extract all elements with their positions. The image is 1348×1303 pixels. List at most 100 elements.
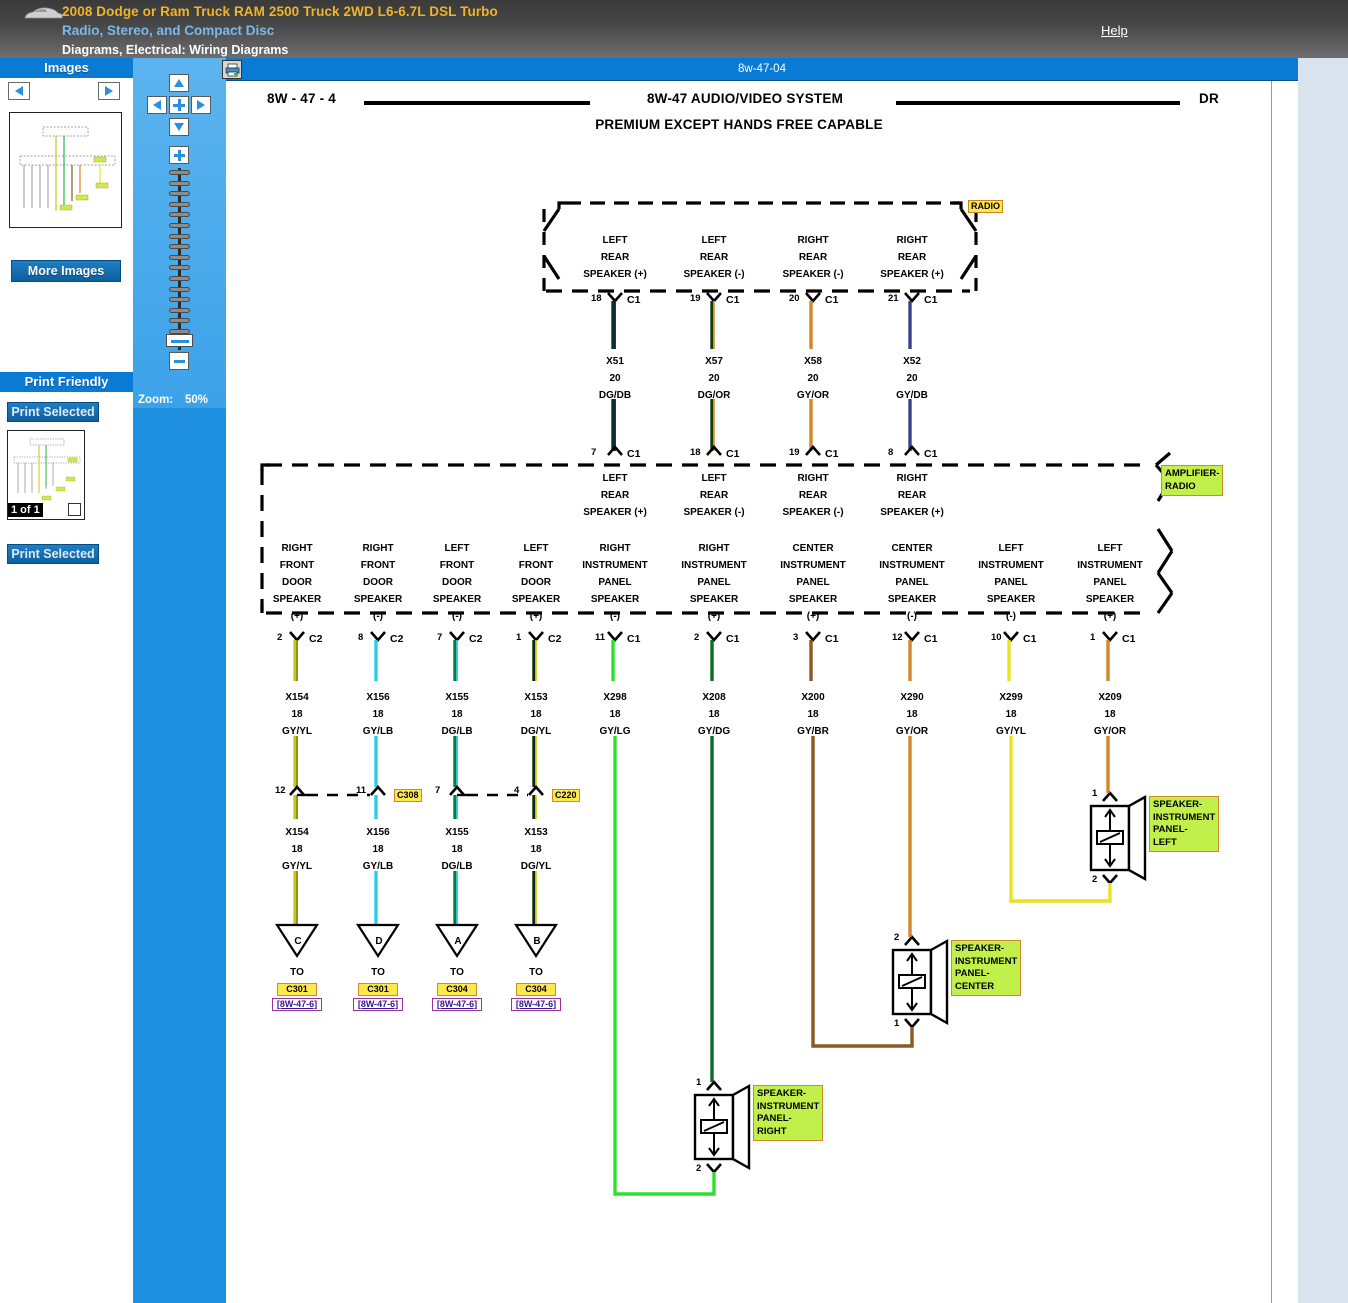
amp-output-pin: 1 bbox=[516, 632, 521, 643]
amp-output-label: CENTER bbox=[891, 543, 932, 554]
radio-wire-gauge: 20 bbox=[807, 373, 818, 384]
pan-center-button[interactable] bbox=[169, 96, 189, 114]
speaker-instrument-panel-left-terminal-top-icon bbox=[1103, 793, 1117, 801]
amp-input-label: REAR bbox=[700, 490, 728, 501]
zoom-tick[interactable] bbox=[169, 308, 190, 313]
amp-output-connector: C2 bbox=[390, 634, 403, 645]
zoom-tick[interactable] bbox=[169, 255, 190, 260]
plus-icon bbox=[174, 150, 185, 161]
zoom-tick[interactable] bbox=[169, 181, 190, 186]
help-link[interactable]: Help bbox=[1101, 23, 1128, 38]
arrow-right-icon bbox=[105, 86, 113, 96]
speaker-instrument-panel-center-cone bbox=[931, 941, 947, 1023]
lower-wire-id: X154 bbox=[285, 827, 308, 838]
destination-connector-tag[interactable]: C301 bbox=[277, 983, 317, 996]
speaker-instrument-panel-center-terminal-bottom-icon bbox=[905, 1019, 919, 1027]
zoom-tick[interactable] bbox=[169, 287, 190, 292]
speaker-instrument-panel-right-label-line: PANEL- bbox=[757, 1113, 819, 1126]
wiring-diagram-canvas[interactable]: 8W - 47 - 4 8W-47 AUDIO/VIDEO SYSTEM DR … bbox=[226, 81, 1272, 1303]
section-title[interactable]: Radio, Stereo, and Compact Disc bbox=[62, 23, 274, 38]
to-label: TO bbox=[371, 967, 385, 978]
prev-image-button[interactable] bbox=[8, 82, 30, 100]
print-thumbnail[interactable]: 1 of 1 bbox=[7, 430, 85, 520]
destination-page-reference[interactable]: [8W-47-6] bbox=[272, 998, 322, 1011]
amp-wire-color: GY/LG bbox=[599, 726, 630, 737]
zoom-tick[interactable] bbox=[169, 212, 190, 217]
destination-page-reference[interactable]: [8W-47-6] bbox=[353, 998, 403, 1011]
image-thumbnail[interactable] bbox=[9, 112, 122, 228]
amp-wire-id: X156 bbox=[366, 692, 389, 703]
zoom-tick[interactable] bbox=[169, 170, 190, 175]
connector-y-icon bbox=[1004, 632, 1018, 640]
print-selected-button-bottom[interactable]: Print Selected bbox=[7, 544, 99, 564]
amp-output-pin: 12 bbox=[892, 632, 903, 643]
zoom-tick[interactable] bbox=[169, 265, 190, 270]
zoom-out-button[interactable] bbox=[169, 352, 189, 370]
speaker-instrument-panel-left-cone bbox=[1129, 797, 1145, 879]
pan-right-button[interactable] bbox=[191, 96, 211, 114]
thumbnail-preview-icon bbox=[10, 113, 122, 228]
pan-left-button[interactable] bbox=[147, 96, 167, 114]
connector-y-icon bbox=[707, 632, 721, 640]
move-icon bbox=[173, 99, 185, 111]
amp-wire-color: GY/LB bbox=[363, 726, 394, 737]
amp-output-label: PANEL bbox=[598, 577, 631, 588]
top-bar: 2008 Dodge or Ram Truck RAM 2500 Truck 2… bbox=[0, 0, 1348, 58]
destination-connector-tag[interactable]: C301 bbox=[358, 983, 398, 996]
zoom-slider-handle[interactable] bbox=[166, 334, 193, 347]
zoom-in-button[interactable] bbox=[169, 146, 189, 164]
destination-connector-tag[interactable]: C304 bbox=[516, 983, 556, 996]
printer-icon[interactable] bbox=[222, 60, 242, 79]
connector-y-icon bbox=[806, 293, 820, 301]
amp-output-pin: 2 bbox=[277, 632, 282, 643]
amp-output-label: (-) bbox=[610, 611, 620, 622]
zoom-tick[interactable] bbox=[169, 234, 190, 239]
splice-pin: 11 bbox=[356, 785, 366, 796]
amp-output-label: (+) bbox=[291, 611, 304, 622]
zoom-tick[interactable] bbox=[169, 191, 190, 196]
pan-down-button[interactable] bbox=[169, 118, 189, 136]
amp-output-connector: C1 bbox=[726, 634, 739, 645]
zoom-tick[interactable] bbox=[169, 223, 190, 228]
vehicle-title: 2008 Dodge or Ram Truck RAM 2500 Truck 2… bbox=[62, 4, 498, 19]
car-icon bbox=[22, 5, 64, 23]
connector-y-icon bbox=[290, 632, 304, 640]
speaker-instrument-panel-center-label-line: PANEL- bbox=[955, 968, 1017, 981]
destination-page-reference[interactable]: [8W-47-6] bbox=[511, 998, 561, 1011]
zoom-tick[interactable] bbox=[169, 297, 190, 302]
radio-wire-color: GY/DB bbox=[896, 390, 928, 401]
radio-output-connector: C1 bbox=[627, 295, 640, 306]
zoom-tick[interactable] bbox=[169, 276, 190, 281]
amp-output-label: INSTRUMENT bbox=[582, 560, 648, 571]
amp-wire-id: X208 bbox=[702, 692, 725, 703]
zoom-label: Zoom: bbox=[138, 394, 173, 406]
amp-input-connector: C1 bbox=[726, 449, 739, 460]
radio-output-label: REAR bbox=[601, 252, 629, 263]
zoom-tick[interactable] bbox=[169, 318, 190, 323]
zoom-tick[interactable] bbox=[169, 202, 190, 207]
amp-wire-gauge: 18 bbox=[906, 709, 917, 720]
amp-wire-gauge: 18 bbox=[530, 709, 541, 720]
next-image-button[interactable] bbox=[98, 82, 120, 100]
more-images-button[interactable]: More Images bbox=[11, 260, 121, 282]
destination-page-reference[interactable]: [8W-47-6] bbox=[432, 998, 482, 1011]
print-select-checkbox[interactable] bbox=[68, 503, 81, 516]
amp-output-label: SPEAKER bbox=[512, 594, 560, 605]
zoom-tick[interactable] bbox=[169, 244, 190, 249]
breadcrumb: Diagrams, Electrical: Wiring Diagrams bbox=[62, 43, 288, 57]
page-count-badge: 1 of 1 bbox=[8, 503, 43, 517]
radio-wire-id: X51 bbox=[606, 356, 624, 367]
amp-output-label: PANEL bbox=[895, 577, 928, 588]
amp-output-label: RIGHT bbox=[362, 543, 393, 554]
print-selected-button-top[interactable]: Print Selected bbox=[7, 402, 99, 422]
pan-up-button[interactable] bbox=[169, 74, 189, 92]
lower-wire-id: X156 bbox=[366, 827, 389, 838]
amp-output-label: LEFT bbox=[999, 543, 1024, 554]
amp-output-label: SPEAKER bbox=[433, 594, 481, 605]
radio-output-label: SPEAKER (+) bbox=[880, 269, 944, 280]
destination-connector-tag[interactable]: C304 bbox=[437, 983, 477, 996]
amp-output-pin: 2 bbox=[694, 632, 699, 643]
radio-wire-color: DG/DB bbox=[599, 390, 631, 401]
amp-wire-color: GY/YL bbox=[996, 726, 1026, 737]
amp-output-label: PANEL bbox=[994, 577, 1027, 588]
